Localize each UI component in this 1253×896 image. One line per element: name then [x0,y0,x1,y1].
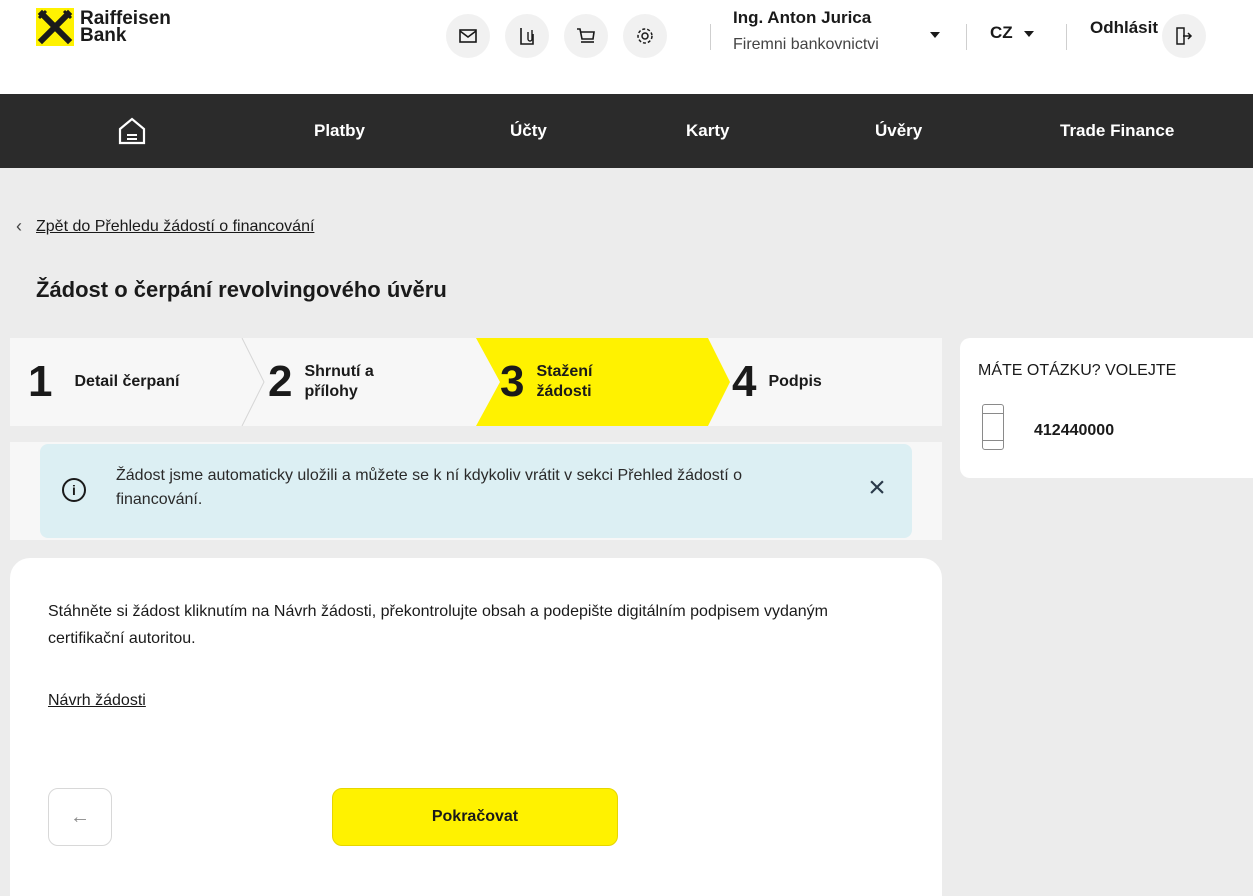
user-name[interactable]: Ing. Anton Jurica [733,8,871,28]
step-1-label: Detail čerpaní [74,373,180,390]
step-2-label-line2: přílohy [304,383,358,400]
download-step-card: Stáhněte si žádost kliknutím na Návrh žá… [10,558,942,896]
info-banner-text: Žádost jsme automaticky uložili a můžete… [116,467,743,508]
logout-icon[interactable] [1162,14,1206,58]
main-navigation: Platby Účty Karty Úvěry Trade Finance [0,94,1253,168]
nav-item-trade-finance[interactable]: Trade Finance [1060,94,1174,168]
cart-icon[interactable] [564,14,608,58]
breadcrumb-back-link[interactable]: ‹ Zpět do Přehledu žádostí o financování [16,216,314,237]
chevron-left-icon: ‹ [16,216,22,236]
step-1[interactable]: 1 Detail čerpaní [28,338,179,426]
step-2-label-line1: Shrnutí a [304,363,374,380]
raiffeisen-logo-icon [36,8,74,46]
gear-icon[interactable] [623,14,667,58]
step-1-number: 1 [28,357,53,406]
nav-item-ucty[interactable]: Účty [510,94,547,168]
breadcrumb-back-label[interactable]: Zpět do Přehledu žádostí o financování [36,218,314,236]
progress-stepper: 1 Detail čerpaní 2 Shrnutí a přílohy 3 S… [10,338,942,426]
nav-item-karty[interactable]: Karty [686,94,729,168]
phone-icon [982,404,1004,450]
language-chevron-down-icon[interactable] [1024,31,1034,37]
contact-title: MÁTE OTÁZKU? VOLEJTE [978,362,1177,379]
mail-icon[interactable] [446,14,490,58]
draft-application-link[interactable]: Návrh žádosti [48,692,146,710]
step-2[interactable]: 2 Shrnutí a přílohy [268,338,374,426]
step-3-number: 3 [500,357,525,406]
user-context[interactable]: Firemni bankovnictvi [733,36,879,54]
top-header: Raiffeisen Bank Ing. Anton Jurica Firemn… [0,0,1253,94]
nav-item-uvery[interactable]: Úvěry [875,94,922,168]
instructions-text: Stáhněte si žádost kliknutím na Návrh žá… [48,603,828,647]
info-icon: i [62,478,86,502]
logout-button[interactable]: Odhlásit [1090,18,1158,38]
page-title: Žádost o čerpání revolvingového úvěru [36,277,447,302]
step-4[interactable]: 4 Podpis [732,338,822,426]
contact-card: MÁTE OTÁZKU? VOLEJTE 412440000 [960,338,1253,478]
close-icon[interactable]: × [862,473,892,504]
step-3-label-line1: Stažení [536,363,593,380]
header-divider [966,24,967,50]
step-3[interactable]: 3 Stažení žádosti [500,338,593,426]
home-icon[interactable] [112,111,152,151]
header-divider [710,24,711,50]
step-4-label: Podpis [768,373,822,390]
continue-button[interactable]: Pokračovat [332,788,618,846]
brand-name-line2: Bank [80,25,127,46]
info-banner-container: i Žádost jsme automaticky uložili a může… [10,442,942,540]
step-4-number: 4 [732,357,757,406]
header-divider [1066,24,1067,50]
language-selector[interactable]: CZ [990,23,1013,43]
document-clip-icon[interactable] [505,14,549,58]
info-banner: i Žádost jsme automaticky uložili a může… [40,444,912,538]
step-2-number: 2 [268,357,293,406]
back-button[interactable]: ← [48,788,112,846]
nav-item-platby[interactable]: Platby [314,94,365,168]
contact-phone-number[interactable]: 412440000 [1034,422,1114,440]
step-3-label-line2: žádosti [536,383,592,400]
user-menu-chevron-down-icon[interactable] [930,32,940,38]
brand-logo[interactable]: Raiffeisen Bank [36,8,171,46]
